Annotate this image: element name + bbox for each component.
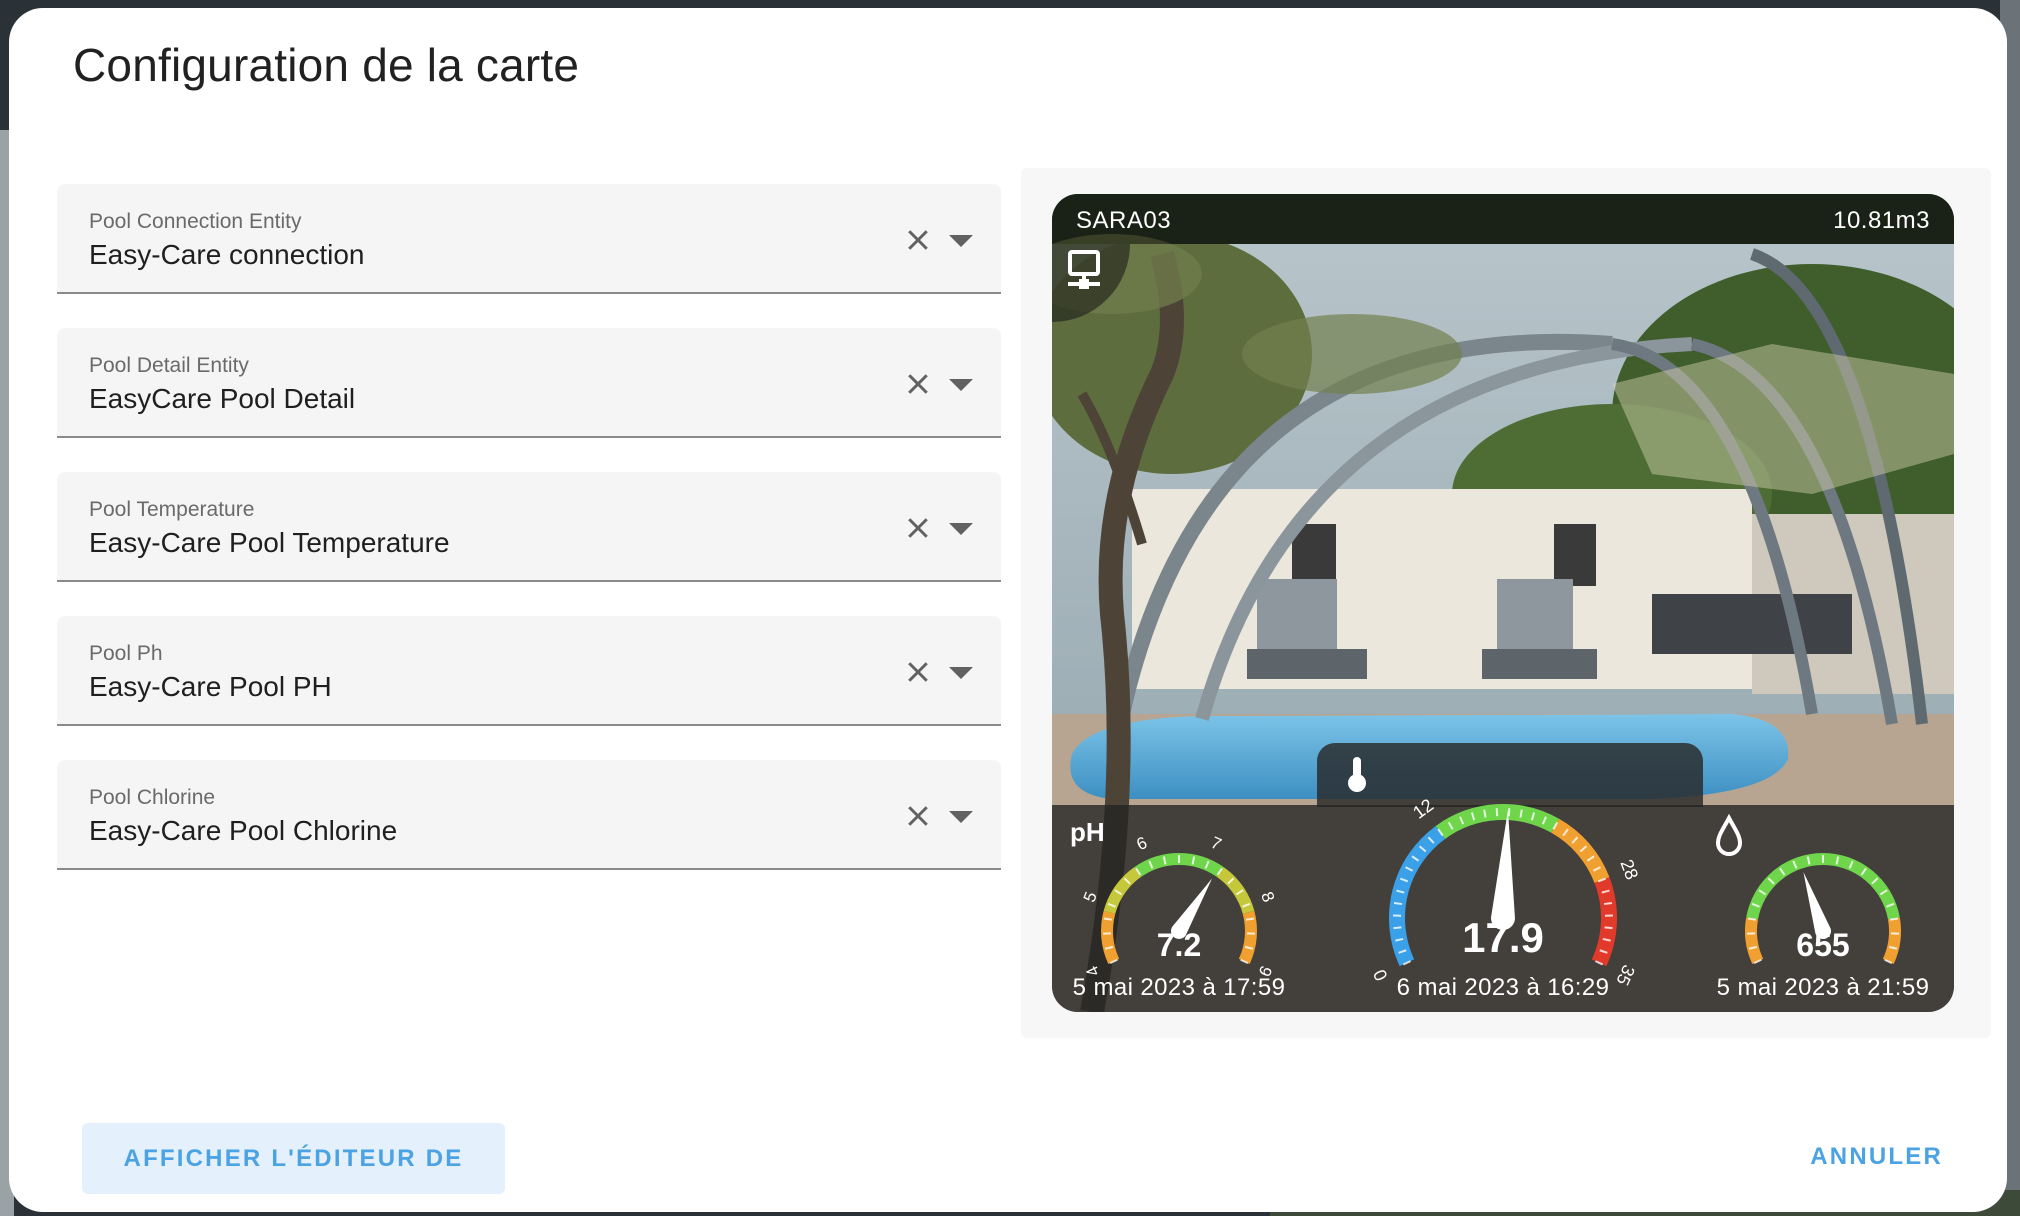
field-label: Pool Ph (89, 642, 163, 665)
caret-down-icon[interactable] (949, 378, 973, 392)
temperature-tick-label: 35 (1612, 962, 1639, 989)
field-label: Pool Connection Entity (89, 210, 302, 233)
pool-detail-entity-picker[interactable]: Pool Detail Entity EasyCare Pool Detail (57, 328, 1001, 438)
caret-down-icon[interactable] (949, 522, 973, 536)
pool-temperature-picker[interactable]: Pool Temperature Easy-Care Pool Temperat… (57, 472, 1001, 582)
temperature-tick-label: 12 (1409, 795, 1437, 823)
caret-down-icon[interactable] (949, 666, 973, 680)
temperature-value: 17.9 (1462, 914, 1544, 961)
ph-gauge-tick (1103, 917, 1113, 921)
ph-tick-label: 5 (1080, 889, 1101, 905)
pool-chlorine-picker[interactable]: Pool Chlorine Easy-Care Pool Chlorine (57, 760, 1001, 870)
ph-label: pH (1070, 817, 1105, 847)
close-icon[interactable] (903, 369, 933, 399)
chlorine-value: 655 (1796, 927, 1850, 963)
temperature-gauge-arc-segment (1389, 825, 1446, 967)
temperature-gauge-tick (1393, 926, 1402, 930)
cancel-button[interactable]: ANNULER (1810, 1143, 1943, 1171)
field-value[interactable]: Easy-Care connection (89, 239, 364, 271)
pool-connection-entity-picker[interactable]: Pool Connection Entity Easy-Care connect… (57, 184, 1001, 294)
ph-date: 5 mai 2023 à 17:59 (1072, 974, 1286, 1001)
close-icon[interactable] (903, 225, 933, 255)
field-value[interactable]: Easy-Care Pool PH (89, 671, 332, 703)
temperature-needle (1491, 810, 1515, 930)
temperature-tick-label: 0 (1369, 966, 1391, 984)
ph-gauge-tick (1245, 917, 1255, 921)
field-label: Pool Temperature (89, 498, 255, 521)
close-icon[interactable] (903, 513, 933, 543)
close-icon[interactable] (903, 801, 933, 831)
chlorine-gauge-arc-segment (1882, 917, 1901, 964)
chlorine-gauge-arc-segment (1746, 853, 1900, 920)
caret-down-icon[interactable] (949, 810, 973, 824)
pool-ph-picker[interactable]: Pool Ph Easy-Care Pool PH (57, 616, 1001, 726)
gauges-layer: pH 456 789 0122835 (1070, 757, 1901, 989)
temperature-gauge-tick (1519, 809, 1523, 818)
temperature-date: 6 mai 2023 à 16:29 (1396, 974, 1610, 1001)
ph-tick-label: 7 (1208, 833, 1224, 854)
temperature-gauge-arc-segment (1551, 818, 1610, 884)
water-drop-icon (1715, 813, 1743, 856)
temperature-gauge-tick (1603, 901, 1613, 906)
pool-card-preview: SARA03 10.81m3 pH 4 5 6 7 8 9 0 12 28 35 7.2 (1052, 194, 1954, 1012)
ph-value: 7.2 (1156, 927, 1202, 963)
field-label: Pool Detail Entity (89, 354, 249, 377)
field-label: Pool Chlorine (89, 786, 216, 809)
temperature-tick-label: 28 (1616, 857, 1642, 883)
temperature-gauge-tick (1604, 926, 1613, 930)
field-value[interactable]: Easy-Care Pool Temperature (89, 527, 450, 559)
ph-tick-label: 6 (1134, 833, 1150, 854)
field-value[interactable]: EasyCare Pool Detail (89, 383, 355, 415)
temperature-gauge-tick (1393, 901, 1403, 906)
field-value[interactable]: Easy-Care Pool Chlorine (89, 815, 397, 847)
chlorine-gauge-arc-segment (1745, 917, 1764, 964)
chlorine-gauge-tick (1747, 917, 1757, 921)
caret-down-icon[interactable] (949, 234, 973, 248)
close-icon[interactable] (903, 657, 933, 687)
thermometer-icon (1348, 757, 1366, 792)
chlorine-gauge-tick (1889, 917, 1899, 921)
ph-tick-label: 8 (1257, 889, 1278, 905)
show-code-editor-button[interactable]: AFFICHER L'ÉDITEUR DE CODE (82, 1123, 505, 1194)
temperature-gauge-tick (1483, 809, 1487, 818)
chlorine-date: 5 mai 2023 à 21:59 (1716, 974, 1930, 1001)
card-configuration-dialog: Configuration de la carte Pool Connectio… (9, 8, 2007, 1212)
dialog-title: Configuration de la carte (73, 39, 580, 91)
